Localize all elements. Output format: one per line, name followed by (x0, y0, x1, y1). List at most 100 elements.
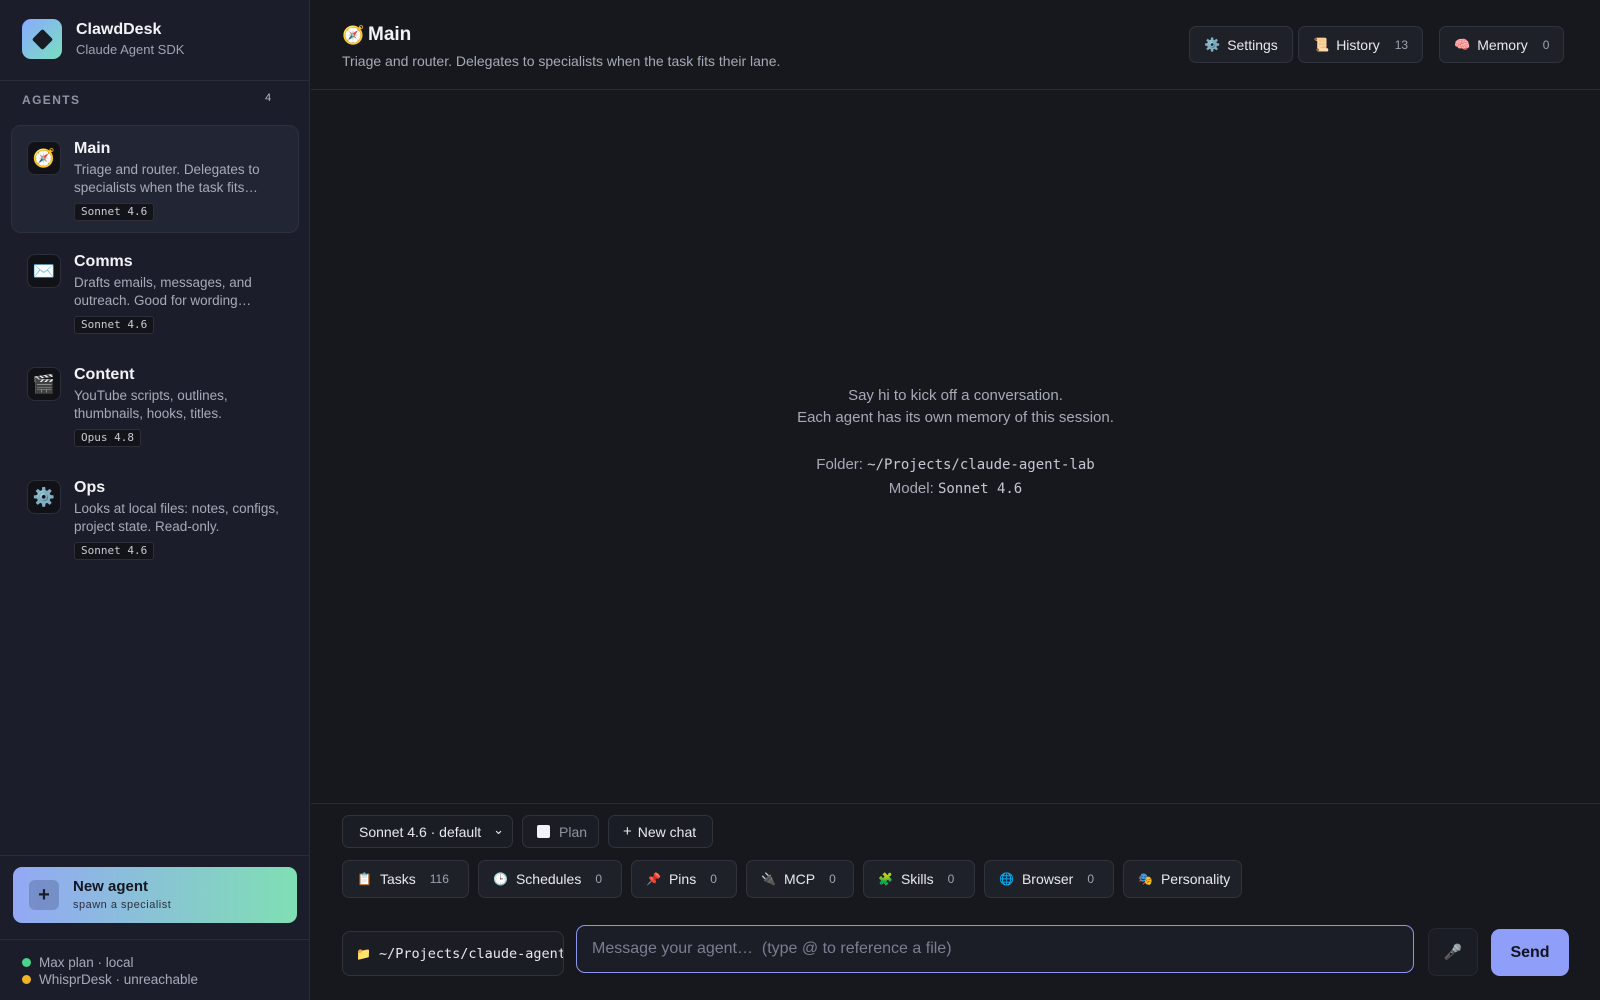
folder-path-button[interactable]: 📁 ~/Projects/claude-agent (342, 931, 564, 976)
message-input[interactable] (576, 925, 1414, 973)
status-dot-yellow-icon (22, 975, 31, 984)
checkbox-icon (537, 825, 550, 838)
memory-button[interactable]: 🧠 Memory 0 (1439, 26, 1565, 63)
globe-icon: 🌐 (999, 872, 1014, 886)
sidebar-item-content[interactable]: 🎬 Content YouTube scripts, outlines, thu… (11, 351, 299, 459)
browser-button[interactable]: 🌐 Browser 0 (984, 860, 1114, 898)
new-agent-button[interactable]: + New agent spawn a specialist (13, 867, 297, 923)
new-chat-label: New chat (637, 823, 697, 840)
agent-description: Triage and router. Delegates to speciali… (74, 162, 260, 195)
brand-subtitle: Claude Agent SDK (76, 41, 185, 57)
page-title: Main (368, 24, 412, 45)
personality-button[interactable]: 🎭 Personality (1123, 860, 1242, 898)
agent-name: Comms (74, 253, 133, 270)
skills-button[interactable]: 🧩 Skills 0 (863, 860, 975, 898)
agent-name: Content (74, 366, 135, 383)
status-text: WhisprDesk · unreachable (39, 972, 199, 987)
tool-count: 0 (947, 872, 955, 886)
tool-count: 0 (710, 872, 717, 886)
diamond-logo-icon (22, 19, 62, 59)
empty-folder: Folder: ~/Projects/claude-agent-lab (311, 453, 1600, 477)
history-label: History (1336, 36, 1380, 53)
send-button[interactable]: Send (1491, 929, 1569, 976)
status-dot-green-icon (22, 958, 31, 967)
status-text: Max plan · local (39, 955, 134, 970)
settings-button[interactable]: ⚙️ Settings (1189, 26, 1293, 63)
schedules-button[interactable]: 🕒 Schedules 0 (478, 860, 622, 898)
folder-label: Folder: (816, 456, 863, 473)
folder-value: ~/Projects/claude-agent-lab (867, 457, 1095, 473)
brand: ClawdDesk Claude Agent SDK (22, 19, 184, 59)
new-agent-subtitle: spawn a specialist (73, 899, 172, 911)
tool-label: MCP (783, 871, 816, 887)
microphone-icon[interactable]: 🎤 (1428, 928, 1478, 976)
history-button[interactable]: 📜 History 13 (1298, 26, 1424, 63)
agent-description: Drafts emails, messages, and outreach. G… (74, 275, 252, 308)
pin-icon: 📌 (646, 872, 661, 886)
agent-model-badge: Opus 4.8 (74, 429, 141, 447)
tasks-button[interactable]: 📋 Tasks 116 (342, 860, 469, 898)
clapperboard-icon: 🎬 (27, 367, 61, 401)
page-subtitle: Triage and router. Delegates to speciali… (342, 53, 781, 69)
model-select-value: Sonnet 4.6 · default (359, 823, 482, 840)
divider (0, 939, 310, 940)
pins-button[interactable]: 📌 Pins 0 (631, 860, 737, 898)
tool-count: 0 (1087, 872, 1094, 886)
masks-icon: 🎭 (1138, 872, 1153, 886)
sidebar-item-main[interactable]: 🧭 Main Triage and router. Delegates to s… (11, 125, 299, 233)
plan-checkbox[interactable]: Plan (522, 815, 599, 848)
tool-count: 0 (829, 872, 836, 886)
clock-icon: 🕒 (493, 872, 508, 886)
status-max-plan: Max plan · local (22, 955, 134, 970)
tool-label: Schedules (515, 871, 582, 887)
agent-description: Looks at local files: notes, configs, pr… (74, 501, 279, 534)
empty-state: Say hi to kick off a conversation. Each … (311, 385, 1600, 501)
gear-icon: ⚙️ (1204, 36, 1221, 52)
brain-icon: 🧠 (1454, 36, 1471, 52)
agent-model-badge: Sonnet 4.6 (74, 542, 155, 560)
memory-count: 0 (1542, 37, 1550, 52)
sidebar-item-ops[interactable]: ⚙️ Ops Looks at local files: notes, conf… (11, 464, 299, 572)
compass-icon: 🧭 (342, 25, 365, 45)
agent-description: YouTube scripts, outlines, thumbnails, h… (74, 388, 228, 421)
model-select[interactable]: Sonnet 4.6 · default ⌄ (342, 815, 513, 848)
new-chat-button[interactable]: + New chat (608, 815, 713, 848)
plan-label: Plan (559, 823, 588, 840)
plug-icon: 🔌 (761, 872, 776, 886)
tool-label: Personality (1160, 871, 1231, 887)
new-agent-title: New agent (73, 878, 149, 895)
header: 🧭 Main Triage and router. Delegates to s… (311, 0, 1600, 90)
tool-label: Browser (1021, 871, 1074, 887)
compass-icon: 🧭 (27, 141, 61, 175)
history-count: 13 (1394, 37, 1409, 52)
folder-icon: 📁 (356, 946, 371, 961)
agent-name: Main (74, 140, 111, 157)
scroll-icon: 📜 (1313, 36, 1330, 52)
model-label: Model: (888, 480, 934, 497)
divider (0, 855, 310, 856)
chevron-down-icon: ⌄ (493, 822, 504, 837)
agent-name: Ops (74, 479, 106, 496)
settings-label: Settings (1227, 36, 1278, 53)
empty-line-2: Each agent has its own memory of this se… (797, 409, 1114, 426)
sidebar-item-comms[interactable]: ✉️ Comms Drafts emails, messages, and ou… (11, 238, 299, 346)
mcp-button[interactable]: 🔌 MCP 0 (746, 860, 854, 898)
agent-model-badge: Sonnet 4.6 (74, 316, 155, 334)
tool-label: Tasks (379, 871, 416, 887)
tool-count: 116 (429, 872, 449, 886)
model-value: Sonnet 4.6 (937, 481, 1023, 497)
memory-label: Memory (1477, 36, 1528, 53)
divider (311, 803, 1600, 804)
agent-model-badge: Sonnet 4.6 (74, 203, 155, 221)
sidebar: ClawdDesk Claude Agent SDK AGENTS 4 🧭 Ma… (0, 0, 310, 1000)
tool-label: Skills (900, 871, 934, 887)
puzzle-icon: 🧩 (878, 872, 893, 886)
folder-path: ~/Projects/claude-agent (378, 945, 564, 962)
empty-model: Model: Sonnet 4.6 (311, 477, 1600, 501)
agents-count-badge: 4 (265, 92, 272, 104)
plus-icon: + (29, 880, 59, 910)
empty-line-1: Say hi to kick off a conversation. (848, 387, 1063, 404)
plus-icon: + (623, 823, 632, 840)
status-whisprdesk: WhisprDesk · unreachable (22, 972, 198, 987)
brand-name: ClawdDesk (76, 20, 162, 38)
